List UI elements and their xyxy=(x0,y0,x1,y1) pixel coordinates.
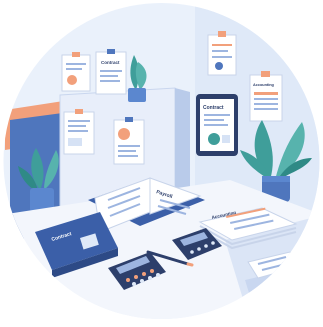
wall-doc-4 xyxy=(113,117,145,165)
tablet-icon: Contract xyxy=(196,94,238,156)
wall-doc-3 xyxy=(63,109,95,155)
tablet-contract-label: Contract xyxy=(203,105,224,111)
wall-contract-label: Contract xyxy=(101,60,120,65)
office-illustration: Contract Accounting Contract Payroll Acc… xyxy=(0,0,323,322)
wall-doc-accounting: Accounting xyxy=(249,71,283,122)
wall-doc-contract: Contract xyxy=(95,49,127,95)
scene-svg: Contract Accounting Contract Payroll Acc… xyxy=(3,3,320,319)
clipboard-icon xyxy=(207,31,237,76)
wall-doc-1 xyxy=(61,52,91,92)
wall-accounting-label: Accounting xyxy=(253,83,275,87)
